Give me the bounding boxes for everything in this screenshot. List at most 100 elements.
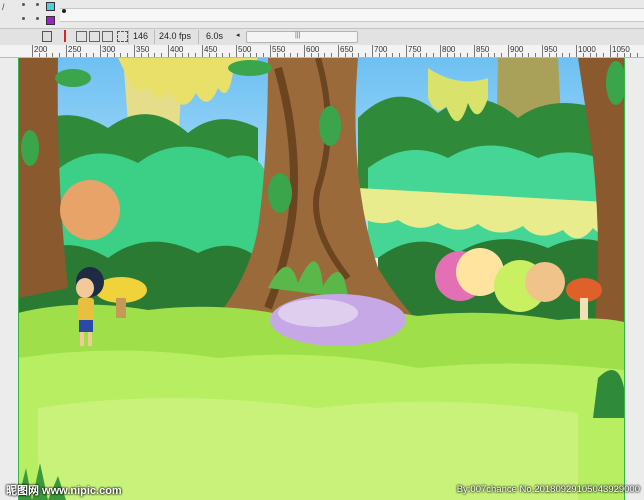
separator	[128, 30, 129, 44]
fruit-pod	[60, 180, 120, 240]
ruler-minor-tick	[630, 53, 632, 57]
visibility-dot-icon[interactable]	[22, 3, 25, 6]
ruler-minor-tick	[249, 53, 251, 57]
ruler-minor-tick	[242, 53, 244, 57]
onion-skin-icon[interactable]	[76, 31, 87, 42]
ruler-minor-tick	[433, 53, 435, 57]
ruler-minor-tick	[535, 53, 537, 57]
separator	[154, 30, 155, 44]
current-frame: 146	[133, 31, 149, 41]
separator	[198, 30, 199, 44]
ruler-minor-tick	[45, 53, 47, 57]
ruler-minor-tick	[569, 53, 571, 57]
ruler-minor-tick	[174, 53, 176, 57]
ruler-minor-tick	[358, 53, 360, 57]
ruler-tick	[236, 45, 237, 57]
layer-row-1[interactable]: /	[0, 2, 60, 12]
ruler-minor-tick	[120, 53, 122, 57]
ruler-tick	[134, 45, 135, 57]
ruler-minor-tick	[38, 53, 40, 57]
ruler-tick	[100, 45, 101, 57]
ruler-minor-tick	[603, 53, 605, 57]
ruler-minor-tick	[331, 53, 333, 57]
ruler-minor-tick	[140, 53, 142, 57]
lock-dot-icon[interactable]	[36, 3, 39, 6]
ruler-minor-tick	[256, 53, 258, 57]
ruler-minor-tick	[147, 53, 149, 57]
onion-outline-icon[interactable]	[89, 31, 100, 42]
ruler-minor-tick	[528, 53, 530, 57]
pencil-icon[interactable]: /	[2, 2, 5, 12]
ruler-minor-tick	[297, 53, 299, 57]
fruit-pod	[525, 262, 565, 302]
ruler-minor-tick	[344, 53, 346, 57]
ruler-minor-tick	[188, 53, 190, 57]
ruler-minor-tick	[501, 53, 503, 57]
ruler-minor-tick	[514, 53, 516, 57]
ruler-minor-tick	[446, 53, 448, 57]
stage-canvas[interactable]	[18, 58, 624, 500]
timeline-scrollbar[interactable]: |||	[246, 31, 358, 43]
trash-icon[interactable]	[42, 31, 52, 42]
ruler-minor-tick	[412, 53, 414, 57]
ruler-minor-tick	[399, 53, 401, 57]
visibility-dot-icon[interactable]	[22, 17, 25, 20]
elapsed-time: 6.0s	[206, 31, 224, 41]
ruler-minor-tick	[365, 53, 367, 57]
playhead-marker[interactable]	[62, 9, 66, 13]
timeline-controls: 146 24.0 fps 6.0s ◂ |||	[0, 28, 644, 46]
ruler-minor-tick	[494, 53, 496, 57]
ruler-tick	[610, 45, 611, 57]
scrollbar-grip[interactable]: |||	[295, 32, 300, 39]
frame-rate[interactable]: 24.0 fps	[159, 31, 191, 41]
ruler-minor-tick	[521, 53, 523, 57]
ruler-tick	[66, 45, 67, 57]
ruler-minor-tick	[59, 53, 61, 57]
center-frame-icon[interactable]	[64, 30, 66, 42]
ruler-minor-tick	[637, 53, 639, 57]
ruler-minor-tick	[582, 53, 584, 57]
scroll-left-icon[interactable]: ◂	[236, 31, 240, 39]
ruler-minor-tick	[392, 53, 394, 57]
onion-markers-icon[interactable]	[117, 31, 128, 42]
ruler-minor-tick	[154, 53, 156, 57]
layer-row-2[interactable]	[0, 14, 60, 25]
ruler-minor-tick	[419, 53, 421, 57]
ruler-tick	[304, 45, 305, 57]
ruler-minor-tick	[86, 53, 88, 57]
ruler-minor-tick	[290, 53, 292, 57]
ruler-tick	[338, 45, 339, 57]
ruler-minor-tick	[426, 53, 428, 57]
ruler-minor-tick	[181, 53, 183, 57]
ruler-minor-tick	[317, 53, 319, 57]
ruler-tick	[406, 45, 407, 57]
layer-color-swatch[interactable]	[46, 2, 55, 11]
leaf	[268, 173, 292, 213]
ruler-minor-tick	[453, 53, 455, 57]
ruler-minor-tick	[596, 53, 598, 57]
lock-dot-icon[interactable]	[36, 17, 39, 20]
ruler-tick	[168, 45, 169, 57]
ruler-minor-tick	[548, 53, 550, 57]
ruler-minor-tick	[487, 53, 489, 57]
mushroom-stem	[580, 298, 588, 320]
ruler-minor-tick	[93, 53, 95, 57]
ruler-tick	[202, 45, 203, 57]
ruler-minor-tick	[127, 53, 129, 57]
layer-color-swatch[interactable]	[46, 16, 55, 25]
ruler-minor-tick	[310, 53, 312, 57]
leaf	[228, 60, 272, 76]
ruler-minor-tick	[589, 53, 591, 57]
ruler-minor-tick	[480, 53, 482, 57]
ruler-minor-tick	[79, 53, 81, 57]
ruler-minor-tick	[215, 53, 217, 57]
frames-track[interactable]	[60, 8, 644, 22]
edit-multiple-frames-icon[interactable]	[102, 31, 113, 42]
ruler-minor-tick	[351, 53, 353, 57]
ruler-minor-tick	[283, 53, 285, 57]
ruler-tick	[372, 45, 373, 57]
ruler-minor-tick	[263, 53, 265, 57]
ruler-tick	[474, 45, 475, 57]
ruler-label: 1050	[612, 45, 630, 54]
ruler-minor-tick	[222, 53, 224, 57]
